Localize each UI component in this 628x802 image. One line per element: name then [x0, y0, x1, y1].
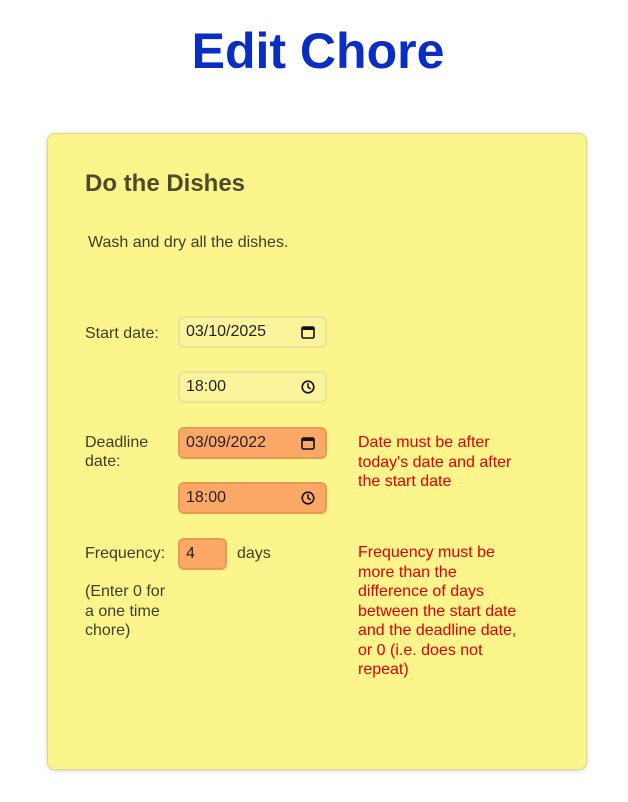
frequency-error-message: Frequency must be more than the differen…	[358, 543, 516, 680]
frequency-hint-line2: a one time	[85, 602, 160, 620]
frequency-error-line7: repeat)	[358, 661, 409, 678]
deadline-error-line3: the start date	[358, 473, 452, 490]
clock-icon[interactable]	[300, 490, 316, 506]
frequency-error-line3: difference of days	[358, 583, 485, 600]
page-title: Edit Chore	[191, 23, 445, 79]
calendar-icon[interactable]	[300, 324, 316, 340]
deadline-label: Deadline date:	[85, 433, 148, 471]
deadline-label-line1: Deadline	[85, 434, 149, 451]
deadline-date-input[interactable]: 03/09/2022	[178, 427, 327, 459]
deadline-time-value: 18:00	[186, 489, 227, 506]
frequency-error-line4: between the start date	[358, 602, 517, 620]
deadline-error-line1: Date must be after	[358, 434, 490, 451]
deadline-error-line2: today's date and after	[358, 453, 512, 471]
start-time-value: 18:00	[186, 378, 227, 395]
chore-card: Do the Dishes Wash and dry all the dishe…	[47, 133, 587, 770]
frequency-hint: (Enter 0 for a one time chore)	[85, 582, 165, 641]
frequency-error-line5: and the deadline date,	[358, 622, 517, 639]
start-date-label: Start date:	[85, 325, 159, 342]
deadline-time-input[interactable]: 18:00	[178, 482, 327, 514]
start-date-value: 03/10/2025	[186, 323, 267, 340]
calendar-icon[interactable]	[300, 435, 316, 451]
frequency-error-line6: or 0 (i.e. does not	[358, 641, 483, 659]
frequency-label: Frequency:	[85, 545, 166, 562]
deadline-error-message: Date must be after today's date and afte…	[358, 433, 511, 492]
frequency-hint-line3: chore)	[85, 622, 131, 639]
frequency-error-line2: more than the	[358, 563, 457, 581]
chore-description: Wash and dry all the dishes.	[88, 234, 289, 251]
clock-icon[interactable]	[300, 379, 316, 395]
frequency-unit: days	[237, 545, 271, 562]
frequency-error-line1: Frequency must be	[358, 544, 495, 561]
start-time-input[interactable]: 18:00	[178, 371, 327, 403]
deadline-label-line2: date:	[85, 453, 121, 470]
frequency-hint-line1: (Enter 0 for	[85, 583, 166, 600]
deadline-date-value: 03/09/2022	[186, 434, 267, 451]
start-date-input[interactable]: 03/10/2025	[178, 316, 327, 348]
frequency-value: 4	[186, 545, 195, 562]
frequency-input[interactable]: 4	[178, 538, 227, 570]
chore-title: Do the Dishes	[85, 170, 246, 197]
